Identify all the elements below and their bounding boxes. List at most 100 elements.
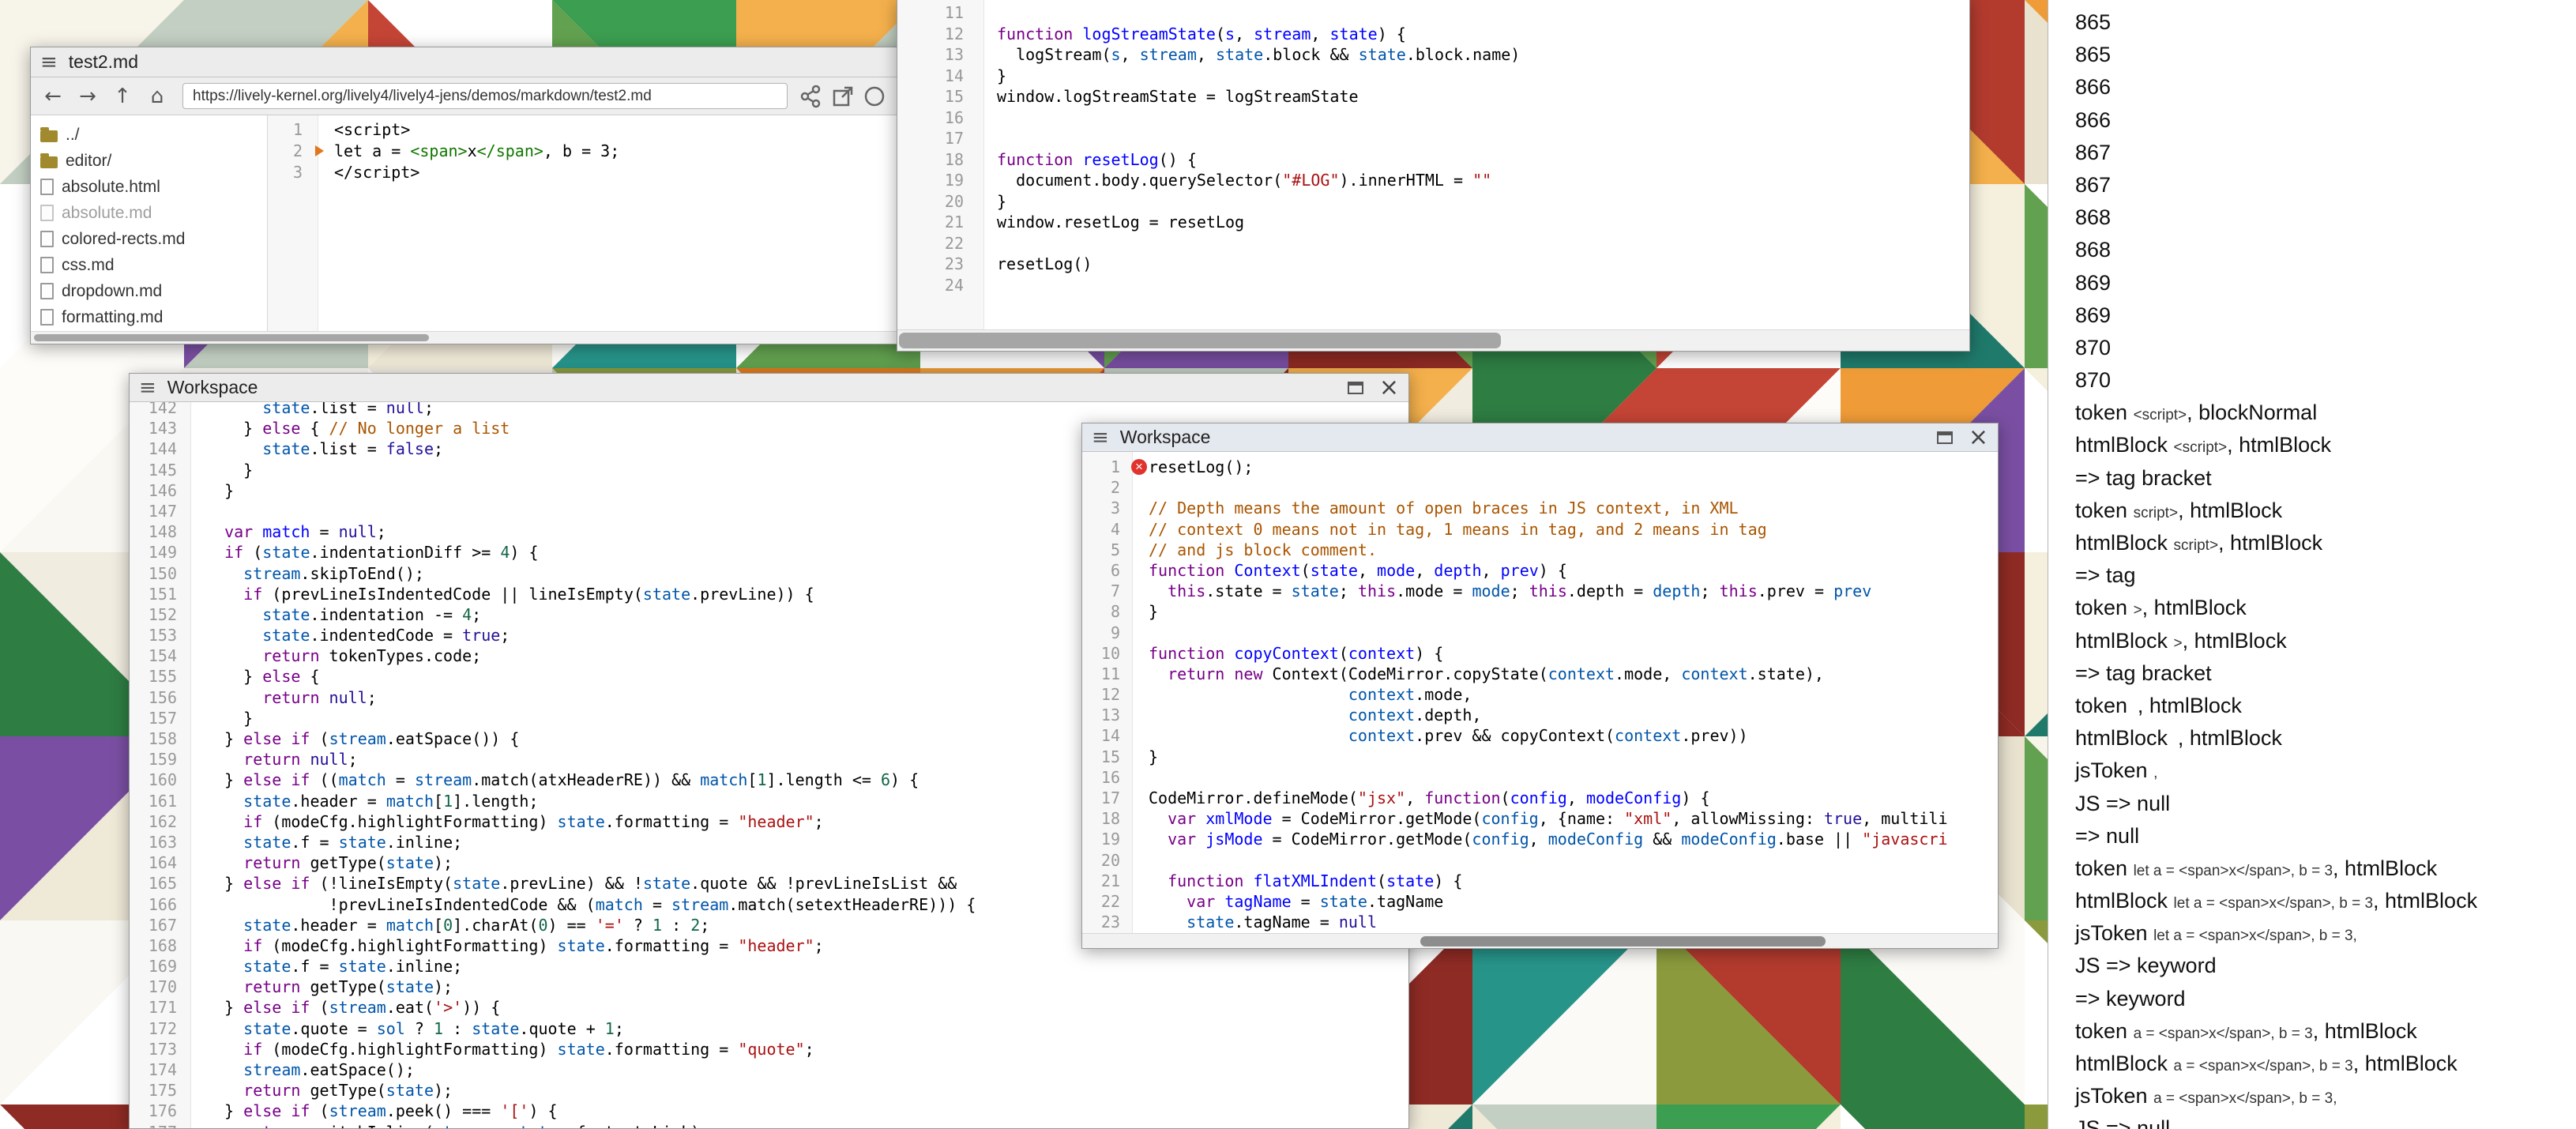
code-line[interactable]: 18function resetLog() { [897, 149, 1969, 171]
file-item[interactable]: formatting.md [40, 304, 267, 330]
open-external-icon[interactable] [830, 84, 856, 109]
code-text: } else if (!lineIsEmpty(state.prevLine) … [185, 873, 957, 894]
code-line[interactable]: 174 stream.eatSpace(); [130, 1059, 1408, 1080]
code-line[interactable]: 24 [897, 275, 1969, 296]
code-line[interactable]: 15} [1082, 747, 1998, 767]
code-line[interactable]: 23 state.tagName = null [1082, 912, 1998, 932]
code-line[interactable]: 8} [1082, 601, 1998, 622]
code-line[interactable]: 19 var jsMode = CodeMirror.getMode(confi… [1082, 829, 1998, 849]
code-line[interactable]: 6function Context(state, mode, depth, pr… [1082, 560, 1998, 581]
url-input[interactable] [182, 83, 788, 109]
code-line[interactable]: 23resetLog() [897, 254, 1969, 275]
code-line[interactable]: 2let a = <span>x</span>, b = 3; [268, 141, 904, 162]
up-button[interactable]: ↑ [108, 82, 137, 111]
code-line[interactable]: 14} [897, 66, 1969, 87]
code-line[interactable]: 142 state.list = null; [130, 402, 1408, 418]
browser-titlebar[interactable]: ≡ test2.md [31, 47, 904, 77]
close-icon[interactable]: × [1969, 426, 1988, 450]
code-line[interactable]: 16 [1082, 767, 1998, 788]
code-line[interactable]: 170 return getType(state); [130, 977, 1408, 997]
horizontal-scrollbar[interactable] [897, 329, 1969, 351]
code-text: <script> [314, 119, 410, 141]
menu-icon[interactable]: ≡ [139, 378, 156, 398]
code-line[interactable]: 172 state.quote = sol ? 1 : state.quote … [130, 1018, 1408, 1039]
code-text: resetLog() [976, 254, 1092, 275]
window-titlebar[interactable]: ≡ Workspace × [1082, 423, 1998, 452]
code-line[interactable]: 12 context.mode, [1082, 684, 1998, 705]
horizontal-scrollbar[interactable] [31, 331, 904, 344]
code-line[interactable]: 175 return getType(state); [130, 1080, 1408, 1101]
code-line[interactable]: 3// Depth means the amount of open brace… [1082, 498, 1998, 518]
file-item[interactable]: editor/ [40, 148, 267, 174]
scrollbar-thumb[interactable] [34, 334, 429, 341]
log-line: 865 [2075, 6, 2576, 39]
code-line[interactable]: 14 context.prev && copyContext(context.p… [1082, 725, 1998, 746]
code-line[interactable]: 3</script> [268, 162, 904, 183]
scrollbar-thumb[interactable] [899, 333, 1501, 348]
line-number: 148 [130, 521, 185, 542]
file-item[interactable]: dropdown.md [40, 278, 267, 304]
code-line[interactable]: 1×resetLog(); [1082, 457, 1998, 477]
code-line[interactable]: 11 [897, 2, 1969, 24]
code-line[interactable]: 7 this.state = state; this.mode = mode; … [1082, 581, 1998, 601]
forward-button[interactable]: → [73, 82, 102, 111]
file-item[interactable]: absolute.html [40, 174, 267, 200]
code-line[interactable]: 19 document.body.querySelector("#LOG").i… [897, 170, 1969, 191]
code-line[interactable]: 12function logStreamState(s, stream, sta… [897, 24, 1969, 45]
code-line[interactable]: 2 [1082, 477, 1998, 498]
code-text: state.header = match[1].length; [185, 791, 539, 811]
code-line[interactable]: 177 return switchInline(stream, state, f… [130, 1122, 1408, 1129]
code-line[interactable]: 22 [897, 233, 1969, 254]
code-line[interactable]: 1<script> [268, 119, 904, 141]
window-titlebar[interactable]: ≡ Workspace × [130, 374, 1408, 402]
close-icon[interactable]: × [1379, 376, 1399, 400]
file-name: absolute.html [62, 178, 160, 197]
code-line[interactable]: 20} [897, 191, 1969, 213]
line-number: 174 [130, 1059, 185, 1080]
code-line[interactable]: 4// context 0 means not in tag, 1 means … [1082, 519, 1998, 540]
code-line[interactable]: 22 var tagName = state.tagName [1082, 891, 1998, 912]
code-line[interactable]: 16 [897, 107, 1969, 129]
code-line[interactable]: 176 } else if (stream.peek() === '[') { [130, 1101, 1408, 1121]
history-icon[interactable] [862, 84, 887, 109]
window-title: Workspace [167, 377, 258, 398]
home-button[interactable]: ⌂ [143, 82, 171, 111]
maximize-icon[interactable] [1937, 431, 1953, 444]
file-item[interactable]: ../ [40, 122, 267, 148]
code-line[interactable]: 21window.resetLog = resetLog [897, 212, 1969, 233]
code-text [1128, 850, 1149, 871]
file-item[interactable]: absolute.md [40, 200, 267, 226]
scrollbar-thumb[interactable] [1420, 936, 1826, 946]
code-line[interactable]: 13 logStream(s, stream, state.block && s… [897, 44, 1969, 66]
menu-icon[interactable]: ≡ [1092, 427, 1109, 448]
file-item[interactable]: css.md [40, 252, 267, 278]
graph-icon[interactable] [799, 84, 824, 109]
back-button[interactable]: ← [39, 82, 67, 111]
line-number: 149 [130, 542, 185, 563]
code-line[interactable]: 10function copyContext(context) { [1082, 643, 1998, 664]
code-line[interactable]: 17CodeMirror.defineMode("jsx", function(… [1082, 788, 1998, 808]
line-number: 12 [897, 24, 976, 45]
menu-icon[interactable]: ≡ [40, 52, 58, 73]
code-line[interactable]: 17 [897, 128, 1969, 149]
code-line[interactable]: 18 var xmlMode = CodeMirror.getMode(conf… [1082, 808, 1998, 829]
code-text: state.list = false; [185, 438, 443, 459]
code-line[interactable]: 171 } else if (stream.eat('>')) { [130, 997, 1408, 1018]
code-line[interactable]: 9 [1082, 623, 1998, 643]
code-line[interactable]: 15window.logStreamState = logStreamState [897, 86, 1969, 107]
maximize-icon[interactable] [1348, 382, 1363, 394]
horizontal-scrollbar[interactable] [1082, 933, 1998, 949]
code-line[interactable]: 173 if (modeCfg.highlightFormatting) sta… [130, 1039, 1408, 1059]
log-panel[interactable]: 865865866866867867868868869869870870toke… [2048, 0, 2576, 1129]
code-line[interactable]: 20 [1082, 850, 1998, 871]
code-line[interactable]: 13 context.depth, [1082, 705, 1998, 725]
line-number: 23 [897, 254, 976, 275]
markdown-editor: 1<script>2let a = <span>x</span>, b = 3;… [268, 115, 904, 344]
code-line[interactable]: 169 state.f = state.inline; [130, 956, 1408, 977]
file-item[interactable]: colored-rects.md [40, 226, 267, 252]
log-line: jsToken , [2075, 755, 2576, 787]
code-line[interactable]: 11 return new Context(CodeMirror.copySta… [1082, 664, 1998, 684]
code-text: document.body.querySelector("#LOG").inne… [976, 170, 1491, 191]
code-line[interactable]: 21 function flatXMLIndent(state) { [1082, 871, 1998, 891]
code-line[interactable]: 5// and js block comment. [1082, 540, 1998, 560]
